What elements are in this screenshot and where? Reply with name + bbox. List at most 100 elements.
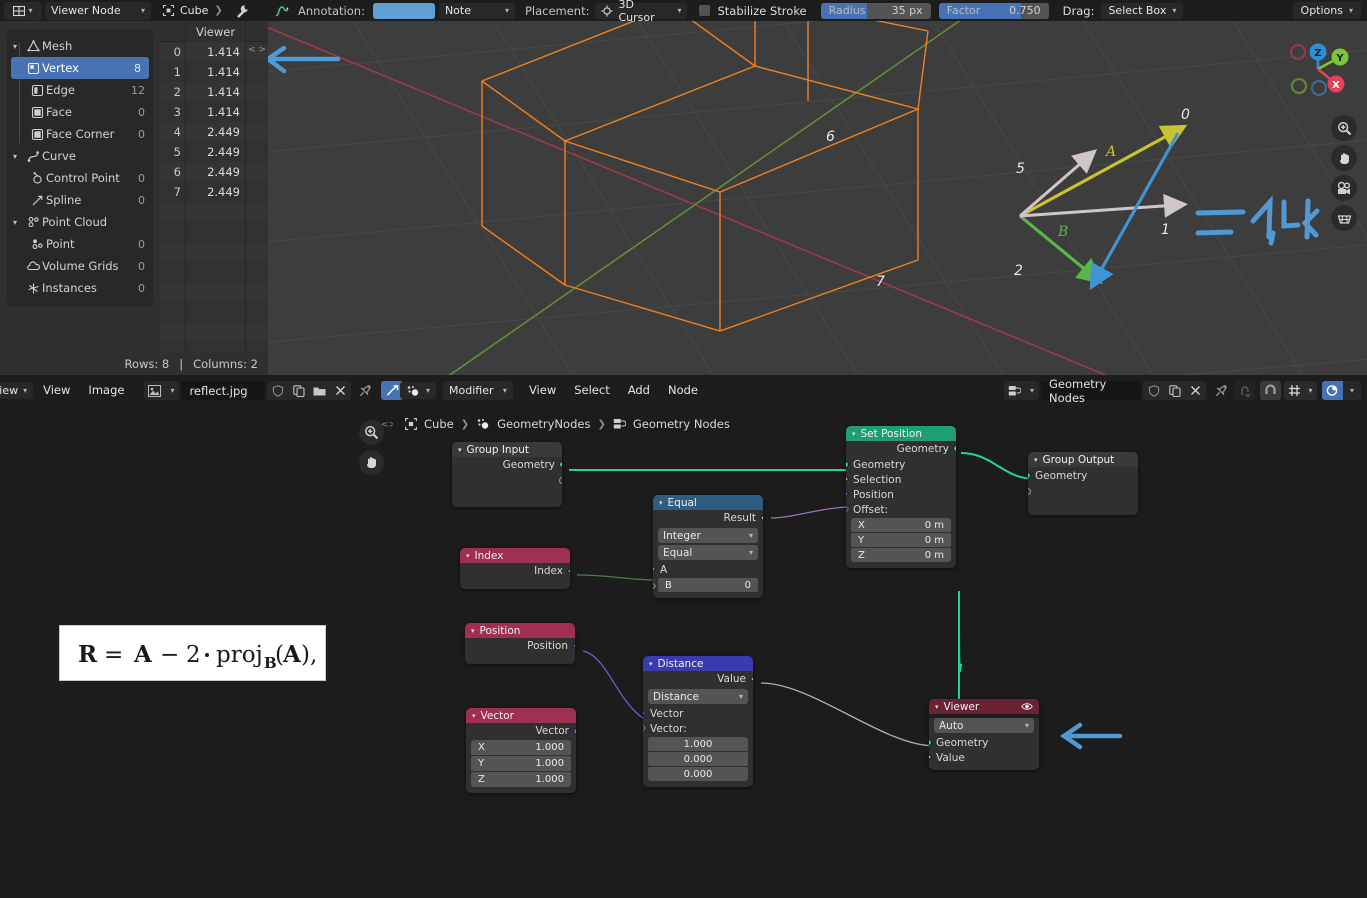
menu-view[interactable]: View bbox=[35, 381, 78, 400]
vector-y-field[interactable]: 0.000 bbox=[648, 752, 748, 766]
table-row[interactable]: 6 2.449 bbox=[160, 162, 268, 182]
editor-type-button[interactable]: ▾ bbox=[4, 1, 42, 20]
duplicate-icon[interactable] bbox=[1164, 381, 1185, 400]
close-icon[interactable] bbox=[1185, 381, 1206, 400]
input-socket-vector-a[interactable] bbox=[643, 708, 647, 718]
viewport-3d[interactable]: 0 1 2 5 6 7 A B Z Y X bbox=[268, 21, 1367, 375]
column-header-viewer[interactable]: Viewer bbox=[185, 21, 246, 42]
node-header[interactable]: ▾ Position bbox=[465, 623, 575, 638]
dataset-row-mesh[interactable]: ▾ Mesh bbox=[7, 35, 153, 57]
chevron-down-icon[interactable]: ▾ bbox=[1304, 381, 1317, 400]
pin-icon[interactable] bbox=[355, 381, 376, 400]
collapse-icon[interactable]: ▾ bbox=[458, 446, 462, 454]
node-set-position[interactable]: ▾ Set Position Geometry Geometry Selecti… bbox=[846, 426, 956, 568]
editor-selector[interactable]: Viewer Node ▾ bbox=[45, 1, 151, 20]
socket-row-geometry[interactable]: Geometry bbox=[452, 457, 562, 473]
node-group-input[interactable]: ▾ Group Input Geometry bbox=[452, 442, 562, 507]
vector-x-field[interactable]: 1.000 bbox=[648, 737, 748, 751]
socket-row-position[interactable]: Position bbox=[846, 487, 956, 502]
shield-icon[interactable] bbox=[267, 381, 289, 400]
node-header[interactable]: ▾ Viewer bbox=[929, 699, 1039, 714]
vector-z-field[interactable]: 0.000 bbox=[648, 767, 748, 781]
breadcrumb-nodetree[interactable]: Geometry Nodes bbox=[633, 417, 730, 431]
socket-row-a[interactable]: A bbox=[653, 562, 763, 577]
table-row[interactable]: 2 1.414 bbox=[160, 82, 268, 102]
resize-handle-icon[interactable]: < > bbox=[248, 45, 266, 55]
collapse-icon[interactable]: ▾ bbox=[935, 703, 939, 711]
image-editor[interactable]: R = A − 2 proj B ( A ), <> bbox=[0, 406, 396, 898]
snap-magnet-icon[interactable] bbox=[1260, 381, 1281, 400]
pan-icon[interactable] bbox=[359, 450, 384, 475]
node-header[interactable]: ▾ Equal bbox=[653, 495, 763, 510]
input-socket-position[interactable] bbox=[846, 489, 850, 499]
ortho-icon[interactable] bbox=[1331, 205, 1357, 231]
image-editor-view-select[interactable]: View ▾ bbox=[0, 382, 34, 399]
input-socket-vector-b[interactable] bbox=[643, 723, 647, 733]
collapse-icon[interactable]: ▾ bbox=[649, 660, 653, 668]
chevron-down-icon[interactable]: ▾ bbox=[13, 218, 25, 227]
image-name-field[interactable]: reflect.jpg bbox=[181, 381, 266, 400]
operation-dropdown[interactable]: Distance ▾ bbox=[648, 689, 748, 704]
socket-row-position[interactable]: Position bbox=[465, 638, 575, 654]
overlay-icon[interactable] bbox=[1322, 381, 1343, 400]
menu-select[interactable]: Select bbox=[566, 381, 617, 400]
socket-row-index[interactable]: Index bbox=[460, 563, 570, 579]
node-vector[interactable]: ▾ Vector Vector X 1.000 Y 1.000 Z 1.000 bbox=[466, 708, 576, 793]
input-socket-a[interactable] bbox=[653, 564, 657, 574]
stabilize-stroke-checkbox[interactable] bbox=[699, 5, 711, 16]
operation-dropdown[interactable]: Equal ▾ bbox=[658, 545, 758, 560]
socket-row-geometry[interactable]: Geometry bbox=[929, 735, 1039, 750]
node-editor-type-button[interactable]: ▾ bbox=[400, 382, 437, 399]
annotation-layer-select[interactable]: Note ▾ bbox=[438, 2, 515, 19]
node-editor[interactable]: Cube ❯ GeometryNodes ❯ Geometry Nodes ▾ … bbox=[393, 406, 1367, 898]
close-icon[interactable] bbox=[330, 381, 352, 400]
vector-z-field[interactable]: Z 1.000 bbox=[471, 772, 571, 787]
open-folder-icon[interactable] bbox=[309, 381, 331, 400]
snap-grid-icon[interactable] bbox=[1284, 381, 1304, 400]
node-viewer[interactable]: ▾ Viewer Auto ▾ Geometry Value bbox=[929, 699, 1039, 770]
zoom-icon[interactable] bbox=[1331, 115, 1357, 141]
chevron-down-icon[interactable]: ▾ bbox=[1025, 381, 1039, 400]
node-header[interactable]: ▾ Index bbox=[460, 548, 570, 563]
annotate-icon[interactable] bbox=[274, 3, 290, 19]
socket-row-vector[interactable]: Vector bbox=[466, 723, 576, 739]
radius-slider[interactable]: Radius 35 px bbox=[820, 2, 931, 19]
node-tree-icon[interactable] bbox=[1004, 381, 1025, 400]
collapse-icon[interactable]: ▾ bbox=[852, 430, 856, 438]
socket-row-vector-b[interactable]: Vector: bbox=[643, 721, 753, 736]
menu-view[interactable]: View bbox=[521, 381, 564, 400]
drag-select[interactable]: Select Box ▾ bbox=[1101, 2, 1184, 19]
dataset-row-spline[interactable]: Spline 0 bbox=[7, 189, 153, 211]
output-socket-value[interactable] bbox=[749, 674, 753, 684]
options-button[interactable]: Options ▾ bbox=[1292, 2, 1361, 19]
pan-icon[interactable] bbox=[1331, 145, 1357, 171]
menu-image[interactable]: Image bbox=[80, 381, 132, 400]
dataset-row-point[interactable]: Point 0 bbox=[7, 233, 153, 255]
output-socket-index[interactable] bbox=[566, 566, 570, 576]
node-position[interactable]: ▾ Position Position bbox=[465, 623, 575, 664]
collapse-icon[interactable]: ▾ bbox=[471, 627, 475, 635]
pin-icon[interactable] bbox=[1211, 381, 1232, 400]
table-row[interactable]: 3 1.414 bbox=[160, 102, 268, 122]
offset-x-field[interactable]: X 0 m bbox=[851, 518, 951, 532]
datatype-dropdown[interactable]: Integer ▾ bbox=[658, 528, 758, 543]
object-breadcrumb[interactable]: Cube ❯ bbox=[157, 2, 229, 20]
node-header[interactable]: ▾ Vector bbox=[466, 708, 576, 723]
node-equal[interactable]: ▾ Equal Result Integer ▾ Equal ▾ A B 0 bbox=[653, 495, 763, 598]
eye-icon[interactable] bbox=[1021, 702, 1033, 711]
vector-x-field[interactable]: X 1.000 bbox=[471, 740, 571, 755]
node-index[interactable]: ▾ Index Index bbox=[460, 548, 570, 589]
image-browse-icon[interactable] bbox=[144, 381, 166, 400]
node-group-output[interactable]: ▾ Group Output Geometry bbox=[1028, 452, 1138, 515]
output-socket-geometry[interactable] bbox=[559, 461, 562, 468]
shield-icon[interactable] bbox=[1143, 381, 1164, 400]
navigation-gizmo[interactable]: Z Y X bbox=[1279, 30, 1357, 108]
menu-node[interactable]: Node bbox=[660, 381, 706, 400]
node-tree-name-field[interactable]: Geometry Nodes bbox=[1041, 377, 1141, 405]
output-socket-vector[interactable] bbox=[573, 728, 576, 735]
socket-row-geometry-out[interactable]: Geometry bbox=[846, 441, 956, 457]
node-editor-mode-select[interactable]: Modifier ▾ bbox=[443, 381, 513, 400]
node-header[interactable]: ▾ Set Position bbox=[846, 426, 956, 441]
table-row[interactable]: 5 2.449 bbox=[160, 142, 268, 162]
socket-row-geometry-in[interactable]: Geometry bbox=[846, 457, 956, 472]
